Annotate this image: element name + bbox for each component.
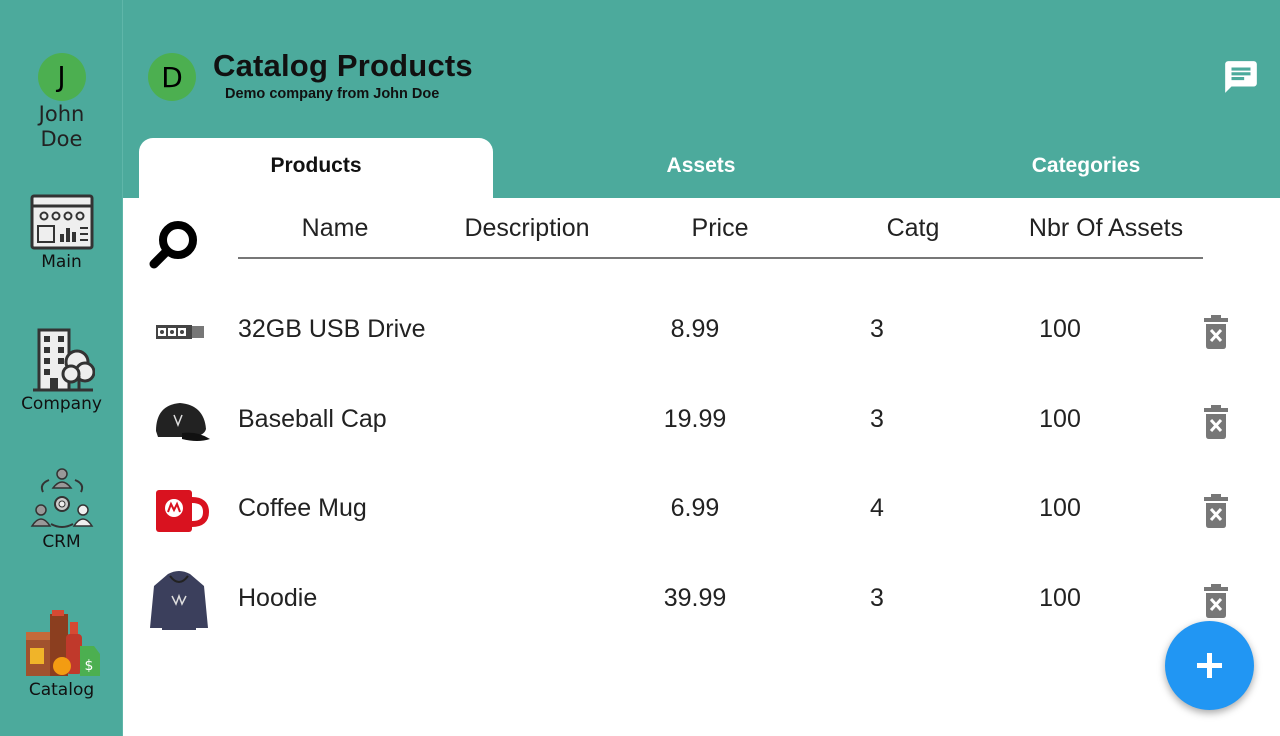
sidebar-item-label: Main [41,252,82,272]
column-header-description[interactable]: Description [447,214,607,243]
svg-text:$: $ [84,658,93,674]
column-header-price[interactable]: Price [660,214,780,243]
sidebar-item-label: CRM [42,532,81,552]
crm-people-icon [30,468,93,528]
sidebar-item-label: Company [21,394,102,414]
search-icon[interactable] [148,219,200,269]
product-catg: 3 [870,315,884,343]
page-subtitle: Demo company from John Doe [225,86,440,102]
sidebar-item-company[interactable]: Company [0,328,123,414]
sidebar-item-label: Catalog [28,680,95,700]
product-name: Coffee Mug [238,494,367,522]
catalog-products-icon: $ [25,610,100,676]
table-row[interactable]: Baseball Cap 19.99 3 100 [123,391,1280,455]
product-assets: 100 [1039,315,1081,343]
user-name: John Doe [38,102,85,151]
product-catg: 4 [870,494,884,522]
header-divider [238,257,1203,259]
sidebar-item-catalog[interactable]: $ Catalog [0,608,123,700]
product-name: Baseball Cap [238,405,387,433]
table-row[interactable]: Hoodie 39.99 3 100 [123,570,1280,634]
delete-icon[interactable] [1202,584,1230,618]
sidebar-user[interactable]: J John Doe [0,53,123,152]
tab-assets[interactable]: Assets [524,138,878,198]
product-assets: 100 [1039,494,1081,522]
product-price: 8.99 [670,315,720,343]
product-catg: 3 [870,584,884,612]
baseball-cap-image [156,403,210,441]
product-name: Hoodie [238,584,318,612]
coffee-mug-image [156,490,210,532]
product-name: 32GB USB Drive [238,315,426,343]
user-avatar[interactable]: J [37,53,86,101]
chat-icon[interactable] [1222,58,1260,96]
product-price: 39.99 [663,584,727,612]
product-catg: 3 [870,405,884,433]
company-avatar[interactable]: D [148,53,196,101]
product-assets: 100 [1039,405,1081,433]
product-price: 6.99 [670,494,720,522]
delete-icon[interactable] [1202,494,1230,528]
column-header-name[interactable]: Name [270,214,400,243]
product-price: 19.99 [663,405,727,433]
column-header-catg[interactable]: Catg [853,214,973,243]
column-header-nbr-of-assets[interactable]: Nbr Of Assets [1010,214,1202,243]
delete-icon[interactable] [1202,405,1230,439]
hoodie-image [150,571,208,630]
table-row[interactable]: Coffee Mug 6.99 4 100 [123,480,1280,544]
product-assets: 100 [1039,584,1081,612]
tab-products[interactable]: Products [139,138,493,198]
table-row[interactable]: 32GB USB Drive 8.99 3 100 [123,301,1280,365]
sidebar-item-main[interactable]: Main [0,194,123,272]
tab-categories[interactable]: Categories [909,138,1263,198]
company-building-icon [32,328,95,392]
sidebar-item-crm[interactable]: CRM [0,466,123,552]
dashboard-icon [30,194,93,250]
add-product-button[interactable] [1165,621,1254,710]
page-title: Catalog Products [213,48,473,83]
usb-drive-image [156,325,204,339]
plus-icon [1197,653,1222,678]
delete-icon[interactable] [1202,315,1230,349]
sidebar: J John Doe Main Company CRM $ Catalog [0,0,123,736]
